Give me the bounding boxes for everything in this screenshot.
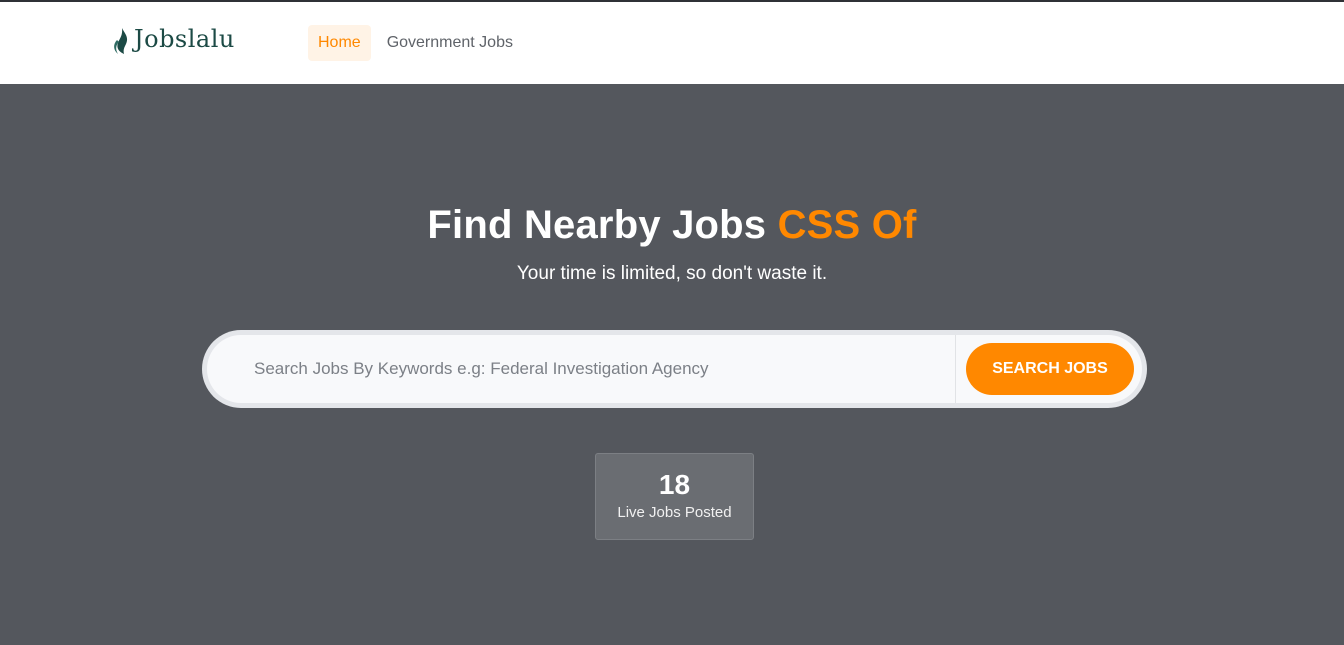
search-jobs-button[interactable]: SEARCH JOBS — [966, 343, 1134, 395]
nav-home[interactable]: Home — [308, 25, 371, 61]
search-divider — [955, 335, 956, 403]
brand-name: Jobslalu — [134, 25, 235, 53]
search-inner: SEARCH JOBS — [207, 335, 1142, 403]
live-jobs-label: Live Jobs Posted — [617, 504, 732, 521]
navbar: Jobslalu Home Government Jobs — [0, 2, 1344, 84]
nav-government-jobs[interactable]: Government Jobs — [377, 25, 523, 61]
main-nav: Home Government Jobs — [308, 25, 523, 61]
search-input[interactable] — [207, 335, 955, 403]
search-bar: SEARCH JOBS — [202, 330, 1147, 408]
page-title: Find Nearby Jobs CSS Of — [0, 203, 1344, 248]
logo[interactable]: Jobslalu — [110, 22, 235, 56]
flame-icon — [110, 26, 132, 56]
live-jobs-count: 18 — [658, 469, 691, 500]
live-jobs-stat: 18 Live Jobs Posted — [595, 453, 754, 540]
title-main: Find Nearby Jobs — [427, 203, 767, 247]
title-accent: CSS Of — [777, 203, 917, 247]
page-subtitle: Your time is limited, so don't waste it. — [516, 263, 828, 284]
hero-content: Find Nearby Jobs CSS Of Your time is lim… — [0, 84, 1344, 645]
